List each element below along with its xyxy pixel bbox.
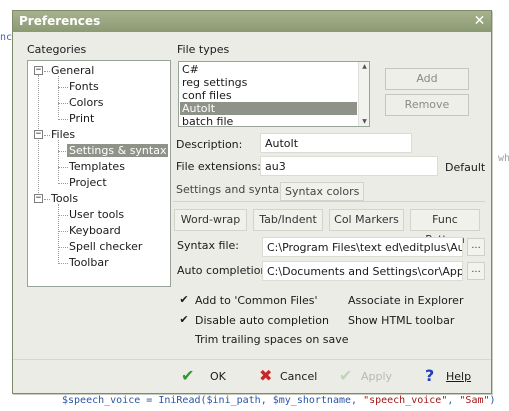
associate-in-explorer-checkbox[interactable]: Associate in Explorer — [331, 294, 471, 308]
add-to-common-files-checkbox[interactable]: ✔ Add to 'Common Files' — [178, 293, 328, 308]
tree-item-toolbar[interactable]: Toolbar — [69, 256, 109, 269]
scroll-down-icon[interactable]: ▼ — [359, 118, 369, 125]
footer-divider — [13, 359, 491, 360]
help-icon: ? — [425, 366, 435, 385]
check-icon: ✔ — [339, 366, 353, 385]
list-scrollbar[interactable]: ▲ ▼ — [358, 62, 369, 126]
list-item[interactable]: batch file — [180, 115, 357, 126]
syntax-file-label: Syntax file: — [177, 239, 239, 252]
background-code-fragment: wh — [498, 153, 509, 164]
subtab-func-pattern[interactable]: Func Pattern — [410, 209, 480, 246]
tree-item-fonts[interactable]: Fonts — [69, 80, 99, 93]
default-button[interactable]: Default — [445, 161, 485, 174]
checkmark-icon: ✔ — [179, 313, 189, 326]
file-extensions-label: File extensions: — [176, 160, 261, 173]
checkmark-icon: ✔ — [179, 293, 189, 306]
dialog-title: Preferences — [19, 14, 101, 28]
background-code-line: $speech_voice = IniRead($ini_path, $my_s… — [62, 395, 496, 406]
syntax-file-browse-button[interactable]: ... — [467, 238, 485, 256]
list-item[interactable]: reg settings — [180, 76, 357, 89]
help-button[interactable]: ? Help — [425, 367, 475, 389]
tab-divider — [173, 201, 485, 202]
expand-icon[interactable]: − — [34, 66, 43, 75]
tree-connector — [38, 75, 39, 203]
remove-button[interactable]: Remove — [385, 94, 469, 116]
tree-item-templates[interactable]: Templates — [69, 160, 125, 173]
tree-item-print[interactable]: Print — [69, 112, 94, 125]
categories-tree[interactable]: − General Fonts Colors Print − Files Set… — [27, 60, 171, 287]
tree-item-spell-checker[interactable]: Spell checker — [69, 240, 142, 253]
show-html-toolbar-checkbox[interactable]: Show HTML toolbar — [331, 314, 471, 328]
close-icon[interactable]: ✕ — [471, 13, 488, 29]
scroll-up-icon[interactable]: ▲ — [359, 63, 369, 70]
tree-item-keyboard[interactable]: Keyboard — [69, 224, 121, 237]
file-extensions-field[interactable]: au3 — [260, 156, 438, 176]
title-bar[interactable]: Preferences ✕ — [13, 11, 491, 32]
background-code-fragment: nc — [0, 32, 13, 43]
list-item[interactable]: C# — [180, 63, 357, 76]
tree-item-files[interactable]: Files — [51, 128, 75, 141]
tree-item-colors[interactable]: Colors — [69, 96, 103, 109]
tab-syntax-colors[interactable]: Syntax colors — [280, 182, 365, 201]
subtab-col-markers[interactable]: Col Markers — [329, 209, 404, 231]
subtab-tab-indent[interactable]: Tab/Indent — [253, 209, 323, 231]
subtab-word-wrap[interactable]: Word-wrap — [174, 209, 247, 231]
file-types-label: File types — [177, 43, 230, 56]
tree-item-project[interactable]: Project — [69, 176, 107, 189]
trim-trailing-spaces-checkbox[interactable]: Trim trailing spaces on save — [178, 333, 349, 347]
disable-auto-completion-checkbox[interactable]: ✔ Disable auto completion — [178, 313, 329, 328]
expand-icon[interactable]: − — [34, 194, 43, 203]
add-button[interactable]: Add — [385, 68, 469, 90]
tree-item-settings-syntax[interactable]: Settings & syntax — [67, 144, 169, 157]
apply-button[interactable]: ✔ Apply — [339, 367, 399, 389]
expand-icon[interactable]: − — [34, 130, 43, 139]
cancel-x-icon: ✖ — [259, 366, 273, 385]
list-item-selected[interactable]: AutoIt — [180, 102, 357, 115]
cancel-button[interactable]: ✖ Cancel — [259, 367, 329, 389]
tree-item-tools[interactable]: Tools — [51, 192, 78, 205]
description-field[interactable]: AutoIt — [260, 133, 412, 153]
syntax-file-field[interactable]: C:\Program Files\text ed\editplus\AutoIt — [262, 237, 463, 257]
auto-completion-browse-button[interactable]: ... — [467, 262, 485, 280]
auto-completion-field[interactable]: C:\Documents and Settings\cor\Applicat — [262, 261, 463, 281]
categories-label: Categories — [27, 43, 87, 56]
ok-button[interactable]: ✔ OK — [181, 367, 241, 389]
auto-completion-label: Auto completion: — [177, 264, 272, 277]
preferences-dialog: Preferences ✕ Categories − General Fonts… — [12, 10, 492, 394]
check-icon: ✔ — [181, 366, 195, 385]
tree-item-user-tools[interactable]: User tools — [69, 208, 124, 221]
description-label: Description: — [176, 138, 243, 151]
tab-settings-and-syntax[interactable]: Settings and syntax — [176, 183, 286, 196]
file-types-list[interactable]: C# reg settings conf files AutoIt batch … — [178, 61, 370, 127]
list-item[interactable]: conf files — [180, 89, 357, 102]
